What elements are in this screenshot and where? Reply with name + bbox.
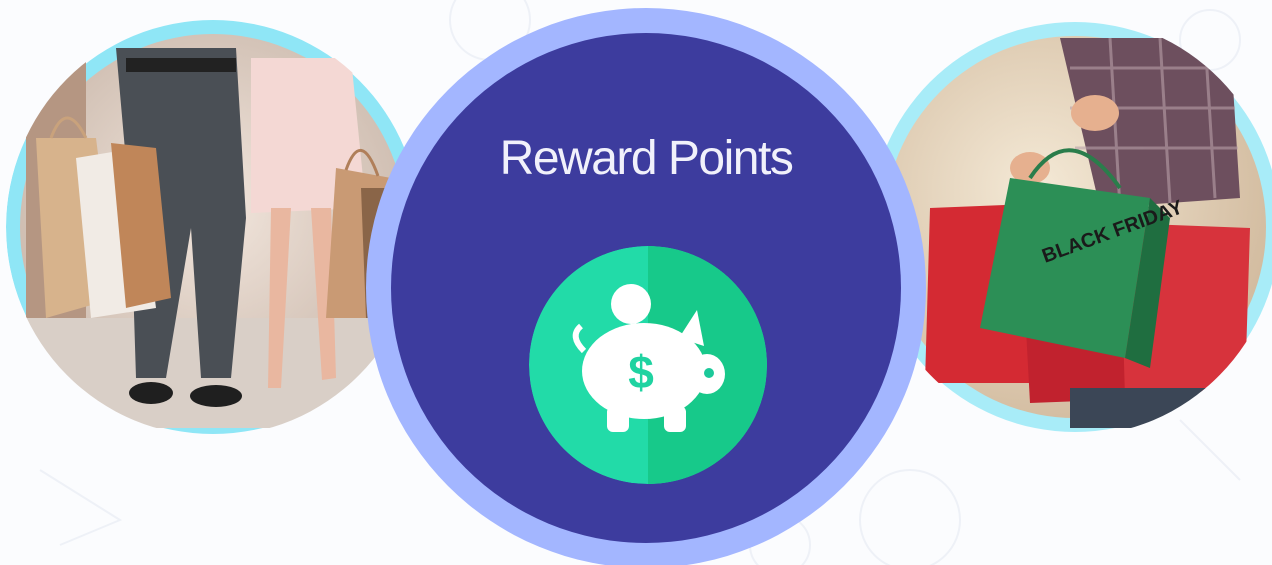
reward-points-title: Reward Points <box>499 132 794 185</box>
piggy-bank-icon-graphic: $ <box>529 246 767 484</box>
shopping-couple-photo <box>6 18 420 436</box>
black-friday-shopping-photo: BLACK FRIDAY <box>870 18 1272 436</box>
shopping-couple-image <box>6 20 420 434</box>
reward-points-banner: BLACK FRIDAY Reward Points $ <box>0 0 1272 565</box>
piggy-bank-dollar-icon: $ <box>529 246 767 484</box>
black-friday-bags-image: BLACK FRIDAY <box>870 22 1272 432</box>
svg-text:$: $ <box>628 346 654 398</box>
reward-points-card: Reward Points $ <box>391 33 901 543</box>
